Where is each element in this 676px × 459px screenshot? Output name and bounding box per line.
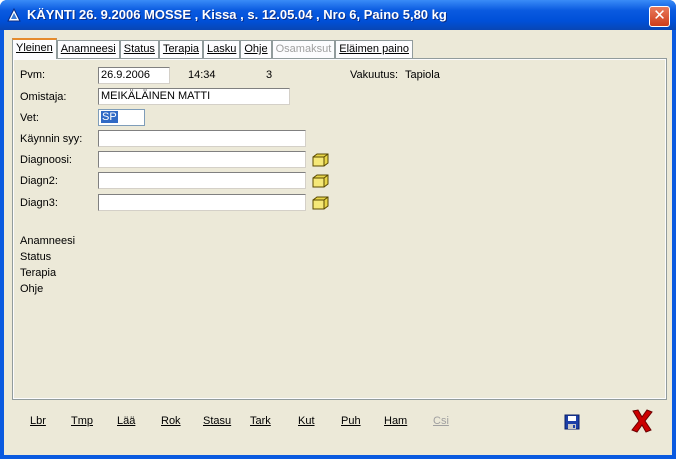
tab-elaimen-paino[interactable]: Eläimen paino	[335, 40, 413, 59]
exit-icon[interactable]	[630, 408, 654, 434]
vet-field[interactable]: SP	[98, 109, 145, 126]
window-client: Yleinen Anamneesi Status Terapia Lasku O…	[4, 30, 672, 455]
tab-anamneesi[interactable]: Anamneesi	[56, 40, 120, 59]
bottom-toolbar: Lbr Tmp Lää Rok Stasu Tark Kut Puh Ham C…	[4, 402, 672, 455]
rok-button[interactable]: Rok	[161, 415, 181, 427]
summary-anamneesi: Anamneesi	[20, 235, 76, 247]
csi-button: Csi	[433, 415, 449, 427]
vet-selected-text: SP	[101, 111, 118, 123]
vakuutus-value: Tapiola	[405, 69, 440, 81]
pvm-label: Pvm:	[20, 69, 46, 81]
owner-field[interactable]: MEIKÄLÄINEN MATTI	[98, 88, 290, 105]
vet-label: Vet:	[20, 112, 39, 124]
tab-panel-yleinen: Pvm: 26.9.2006 14:34 3 Vakuutus: Tapiola…	[12, 58, 667, 400]
date-field[interactable]: 26.9.2006	[98, 67, 170, 84]
tmp-button[interactable]: Tmp	[71, 415, 93, 427]
tab-ohje[interactable]: Ohje	[240, 40, 272, 59]
omistaja-label: Omistaja:	[20, 91, 67, 103]
tab-terapia[interactable]: Terapia	[158, 40, 204, 59]
ham-button[interactable]: Ham	[384, 415, 407, 427]
laa-button[interactable]: Lää	[117, 415, 135, 427]
app-window: KÄYNTI 26. 9.2006 MOSSE , Kissa , s. 12.…	[0, 0, 676, 459]
visit-reason-field[interactable]	[98, 130, 306, 147]
diagnosis2-field[interactable]	[98, 172, 306, 189]
tab-strip: Yleinen Anamneesi Status Terapia Lasku O…	[12, 38, 413, 59]
vakuutus-label: Vakuutus:	[350, 69, 399, 81]
folder-icon[interactable]	[312, 174, 329, 188]
tab-lasku[interactable]: Lasku	[203, 40, 241, 59]
tab-yleinen[interactable]: Yleinen	[12, 38, 57, 59]
visit-number: 3	[266, 69, 273, 81]
diagnoosi-label: Diagnoosi:	[20, 154, 72, 166]
summary-ohje: Ohje	[20, 283, 44, 295]
summary-terapia: Terapia	[20, 267, 57, 279]
time-value: 14:34	[188, 69, 216, 81]
folder-icon[interactable]	[312, 196, 329, 210]
panel-content: Pvm: 26.9.2006 14:34 3 Vakuutus: Tapiola…	[14, 60, 665, 398]
save-icon[interactable]	[564, 414, 580, 430]
app-icon	[7, 8, 21, 22]
summary-status: Status	[20, 251, 52, 263]
title-bar[interactable]: KÄYNTI 26. 9.2006 MOSSE , Kissa , s. 12.…	[0, 0, 676, 30]
lbr-button[interactable]: Lbr	[30, 415, 46, 427]
stasu-button[interactable]: Stasu	[203, 415, 231, 427]
syy-label: Käynnin syy:	[20, 133, 83, 145]
tark-button[interactable]: Tark	[250, 415, 271, 427]
kut-button[interactable]: Kut	[298, 415, 315, 427]
close-button[interactable]: ✕	[649, 6, 670, 27]
puh-button[interactable]: Puh	[341, 415, 361, 427]
tab-osamaksut: Osamaksut	[271, 40, 336, 59]
tab-status[interactable]: Status	[119, 40, 159, 59]
folder-icon[interactable]	[312, 153, 329, 167]
diagn2-label: Diagn2:	[20, 175, 58, 187]
diagn3-label: Diagn3:	[20, 197, 58, 209]
window-title: KÄYNTI 26. 9.2006 MOSSE , Kissa , s. 12.…	[27, 7, 447, 22]
diagnosis3-field[interactable]	[98, 194, 306, 211]
diagnosis-field[interactable]	[98, 151, 306, 168]
